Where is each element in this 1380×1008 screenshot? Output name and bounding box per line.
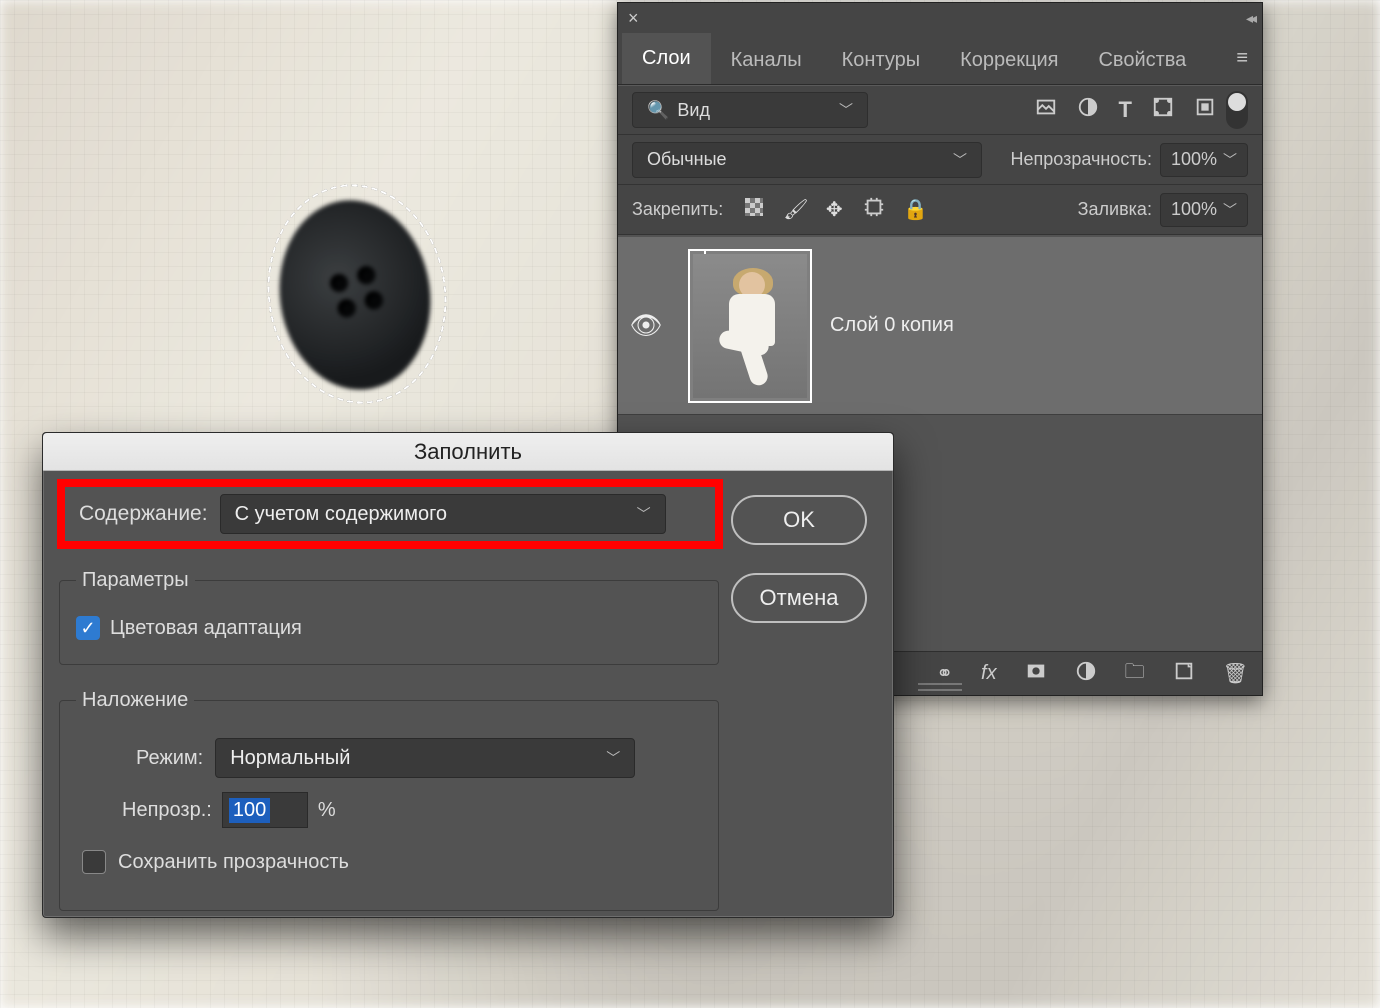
- layer-filter-label: Вид: [677, 100, 710, 121]
- panel-menu-icon[interactable]: ≡: [1226, 33, 1258, 84]
- dialog-opacity-input[interactable]: 100: [222, 792, 308, 828]
- dialog-opacity-value: 100: [229, 798, 270, 823]
- fill-label: Заливка:: [1078, 199, 1152, 220]
- color-adaptation-label: Цветовая адаптация: [110, 617, 302, 640]
- layer-filter-icons: T: [1035, 96, 1216, 124]
- adjustment-layer-icon[interactable]: [1075, 660, 1097, 688]
- collapse-icon[interactable]: ◂◂: [1246, 10, 1254, 27]
- trash-icon[interactable]: 🗑: [1223, 661, 1248, 686]
- mask-icon[interactable]: [1025, 660, 1047, 688]
- ok-button[interactable]: OK: [731, 495, 867, 545]
- opacity-label: Непрозрачность:: [1011, 149, 1152, 170]
- smartobject-filter-icon[interactable]: [1194, 96, 1216, 124]
- layer-row[interactable]: 👁 Слой 0 копия: [618, 237, 1262, 415]
- color-adaptation-checkbox[interactable]: ✓: [76, 616, 100, 640]
- mode-select[interactable]: Нормальный ﹀: [215, 738, 635, 778]
- lock-all-icon[interactable]: 🔒: [903, 197, 925, 222]
- blending-legend: Наложение: [76, 689, 194, 712]
- lock-pixels-icon[interactable]: [743, 198, 765, 222]
- dialog-buttons: OK Отмена: [731, 495, 867, 623]
- fill-value: 100%: [1171, 199, 1217, 220]
- image-filter-icon[interactable]: [1035, 96, 1057, 124]
- lock-brush-icon[interactable]: 🖌: [783, 197, 805, 222]
- group-icon[interactable]: 🗀: [1125, 657, 1145, 691]
- dialog-opacity-label: Непрозр.:: [122, 799, 212, 822]
- search-icon: 🔍: [647, 100, 669, 121]
- chevron-down-icon: ﹀: [637, 504, 651, 524]
- chevron-down-icon: ﹀: [953, 150, 967, 170]
- lock-icons: 🖌 ✥ 🔒: [743, 196, 925, 224]
- opacity-unit: %: [318, 799, 336, 822]
- tab-channels[interactable]: Каналы: [711, 35, 822, 84]
- layer-filter-row: 🔍 Вид ﹀ T: [618, 85, 1262, 135]
- layer-name-label[interactable]: Слой 0 копия: [830, 314, 954, 337]
- chevron-down-icon: ﹀: [839, 100, 853, 120]
- blending-fieldset: Наложение Режим: Нормальный ﹀ Непрозр.: …: [59, 689, 719, 911]
- content-value: С учетом содержимого: [235, 503, 447, 526]
- close-icon[interactable]: ×: [628, 8, 639, 29]
- shape-filter-icon[interactable]: [1152, 96, 1174, 124]
- mode-label: Режим:: [136, 747, 203, 770]
- options-fieldset: Параметры ✓ Цветовая адаптация: [59, 569, 719, 665]
- new-layer-icon[interactable]: [1173, 660, 1195, 688]
- fx-icon[interactable]: fx: [981, 662, 997, 685]
- lock-fill-row: Закрепить: 🖌 ✥ 🔒 Заливка: 100% ﹀: [618, 185, 1262, 235]
- mode-value: Нормальный: [230, 747, 350, 770]
- visibility-toggle-icon[interactable]: 👁: [622, 310, 670, 341]
- dialog-title: Заполнить: [43, 433, 893, 471]
- chevron-down-icon: ﹀: [1223, 200, 1237, 220]
- tab-paths[interactable]: Контуры: [822, 35, 940, 84]
- lock-label: Закрепить:: [632, 199, 723, 220]
- tab-properties[interactable]: Свойства: [1078, 35, 1206, 84]
- preserve-transparency-checkbox[interactable]: [82, 850, 106, 874]
- lock-artboard-icon[interactable]: [863, 196, 885, 224]
- thumbnail-figure: [711, 272, 791, 392]
- content-row-highlight: Содержание: С учетом содержимого ﹀: [57, 479, 723, 549]
- content-label: Содержание:: [79, 502, 208, 526]
- opacity-input[interactable]: 100% ﹀: [1160, 143, 1248, 177]
- blend-mode-select[interactable]: Обычные ﹀: [632, 142, 982, 178]
- options-legend: Параметры: [76, 569, 195, 592]
- content-select[interactable]: С учетом содержимого ﹀: [220, 494, 666, 534]
- lock-position-icon[interactable]: ✥: [823, 197, 845, 222]
- panel-tabs: Слои Каналы Контуры Коррекция Свойства ≡: [618, 33, 1262, 85]
- tab-adjustments[interactable]: Коррекция: [940, 35, 1078, 84]
- opacity-value: 100%: [1171, 149, 1217, 170]
- layer-filter-select[interactable]: 🔍 Вид ﹀: [632, 92, 868, 128]
- filter-toggle-switch[interactable]: [1226, 91, 1248, 129]
- blend-opacity-row: Обычные ﹀ Непрозрачность: 100% ﹀: [618, 135, 1262, 185]
- chevron-down-icon: ﹀: [606, 748, 620, 768]
- cancel-button[interactable]: Отмена: [731, 573, 867, 623]
- fill-input[interactable]: 100% ﹀: [1160, 193, 1248, 227]
- chevron-down-icon: ﹀: [1223, 150, 1237, 170]
- fill-dialog: Заполнить Содержание: С учетом содержимо…: [42, 432, 894, 918]
- panel-resize-grip[interactable]: [918, 683, 962, 691]
- type-filter-icon[interactable]: T: [1119, 97, 1132, 123]
- preserve-transparency-label: Сохранить прозрачность: [118, 851, 349, 874]
- tab-layers[interactable]: Слои: [622, 33, 711, 84]
- blend-mode-label: Обычные: [647, 149, 727, 170]
- panel-topbar: × ◂◂: [618, 3, 1262, 33]
- adjustment-filter-icon[interactable]: [1077, 96, 1099, 124]
- layer-thumbnail[interactable]: [688, 249, 812, 403]
